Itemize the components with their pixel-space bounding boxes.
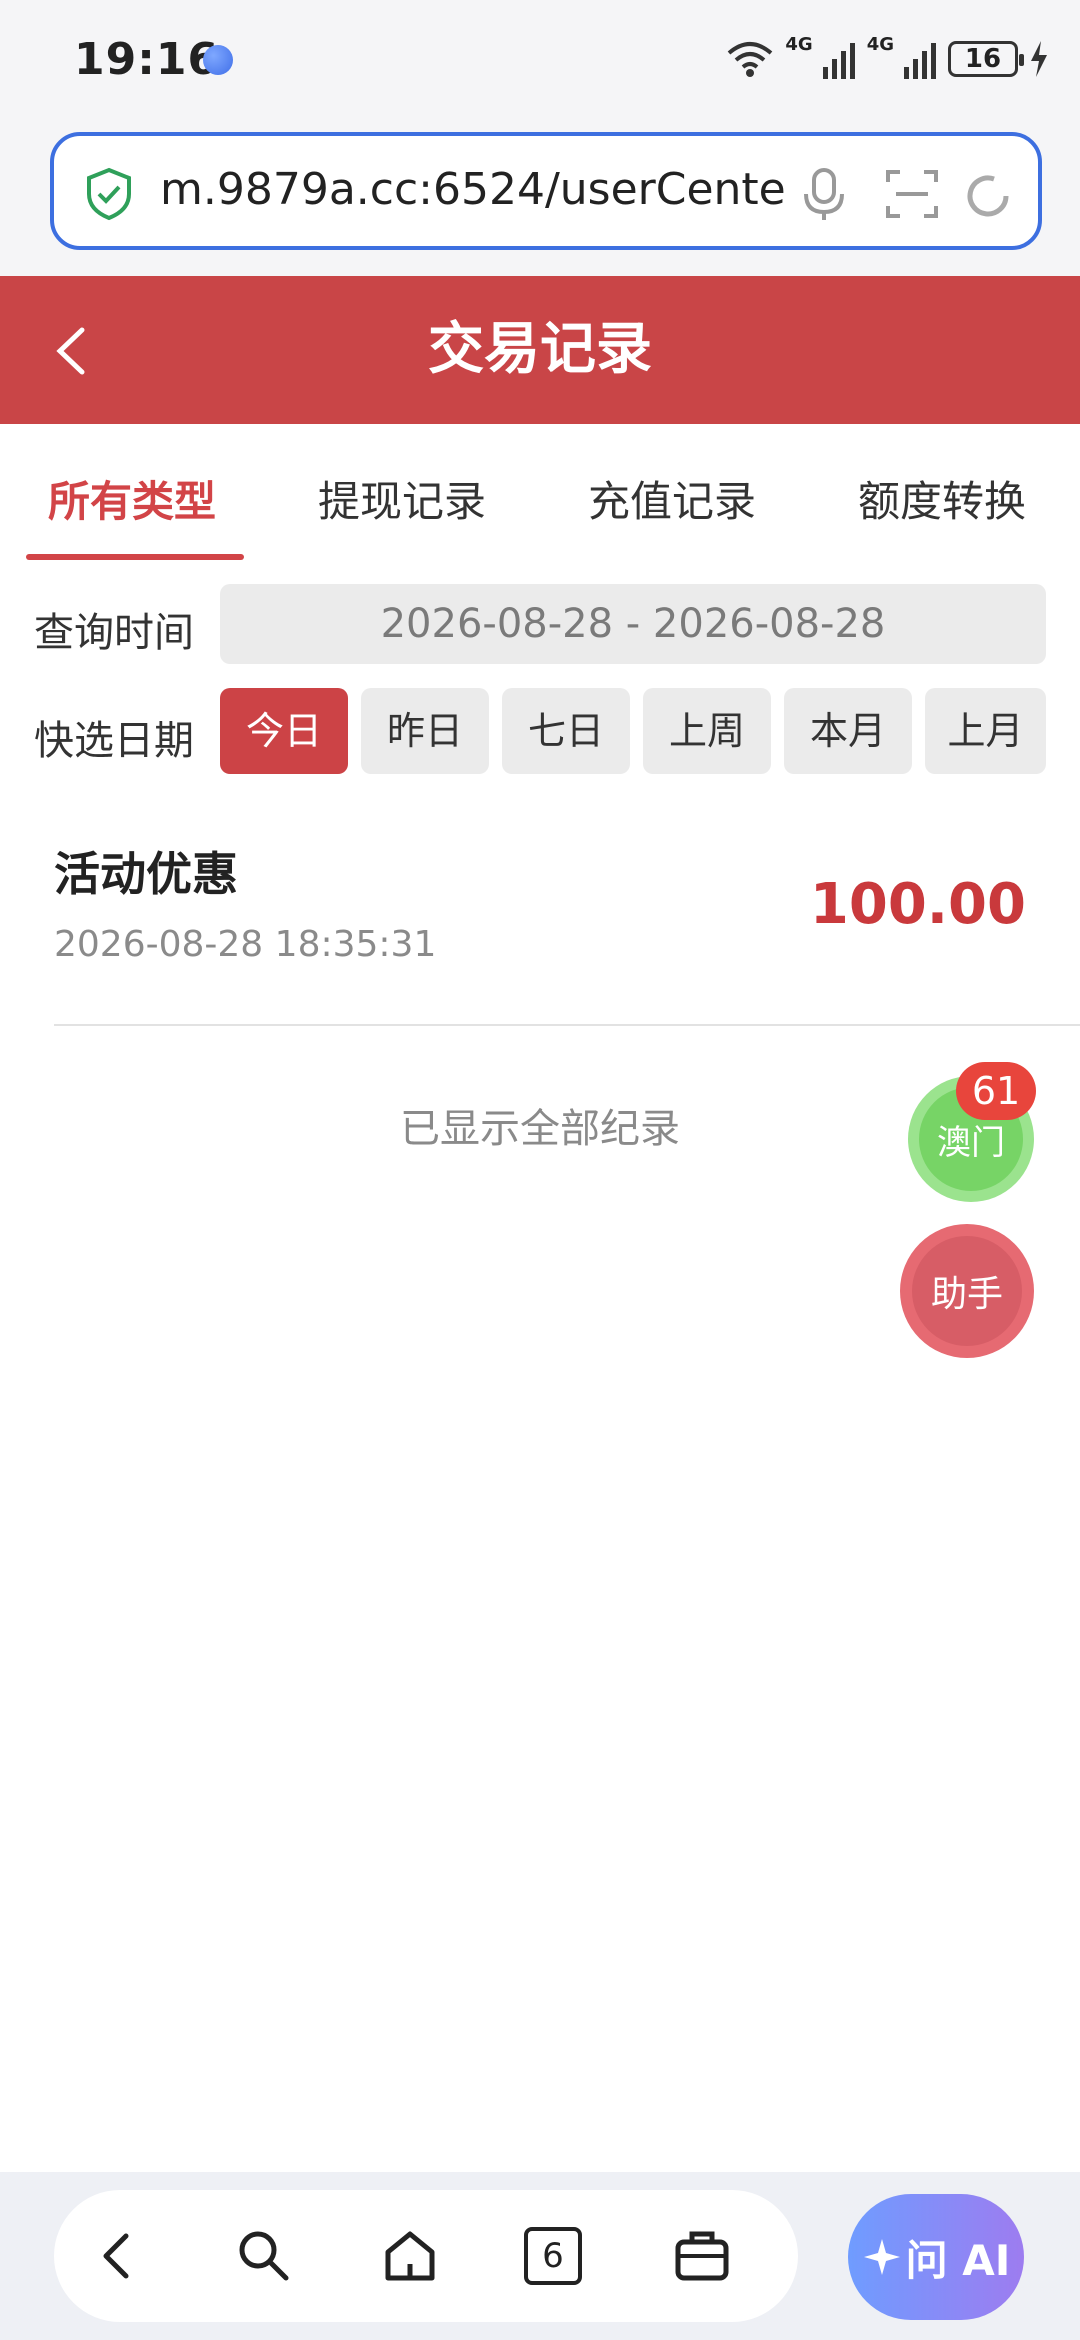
tab-withdrawals[interactable]: 提现记录 [318,468,486,529]
browser-toolbar: m.9879a.cc:6524/userCenter [0,120,1080,276]
quick-date-last-month[interactable]: 上月 [925,688,1046,774]
ask-ai-button[interactable]: 问 AI [848,2194,1024,2320]
assistant-float-label: 助手 [912,1236,1022,1346]
status-bar: 19:16 4G 4G 16 [0,0,1080,120]
browser-bottom-bar: 6 问 AI [0,2172,1080,2340]
tabs-count-icon[interactable]: 6 [524,2227,582,2285]
tab-deposits[interactable]: 充值记录 [588,468,756,529]
quick-date-label: 快选日期 [34,718,194,764]
query-time-label: 查询时间 [34,610,194,656]
browser-nav-pill: 6 [54,2190,798,2322]
record-amount: 100.00 [809,872,1026,937]
browser-notification-icon [203,45,233,75]
page-header: 交易记录 [0,276,1080,424]
toolbox-icon[interactable] [670,2224,734,2288]
page-title: 交易记录 [428,317,652,382]
scan-icon[interactable] [884,166,940,222]
record-time: 2026-08-28 18:35:31 [54,924,437,965]
network-type-2: 4G [866,34,894,55]
quick-date-last-week[interactable]: 上周 [643,688,771,774]
ask-ai-label: 问 AI [905,2235,1011,2285]
signal-icon-1 [822,43,855,79]
microphone-icon[interactable] [796,166,852,222]
quick-date-seven-days[interactable]: 七日 [502,688,630,774]
tab-all-types[interactable]: 所有类型 [48,468,216,529]
tabs-count: 6 [542,2236,564,2276]
tab-credit-transfer[interactable]: 额度转换 [858,468,1026,529]
date-range-picker[interactable]: 2026-08-28 - 2026-08-28 [220,584,1046,664]
url-text[interactable]: m.9879a.cc:6524/userCenter [160,160,786,220]
network-type-1: 4G [785,34,813,55]
battery-icon: 16 [948,41,1024,77]
url-bar[interactable]: m.9879a.cc:6524/userCenter [50,132,1042,250]
search-icon[interactable] [232,2224,296,2288]
status-indicators: 4G 4G 16 [725,34,1050,84]
record-type-tabs: 所有类型 提现记录 充值记录 额度转换 [0,424,1080,564]
status-time: 19:16 [74,34,220,85]
reload-icon[interactable] [958,166,1018,226]
back-icon[interactable] [86,2224,150,2288]
divider [54,1024,1080,1026]
signal-icon-2 [904,43,936,79]
charging-icon [1031,41,1047,77]
notification-badge: 61 [956,1062,1036,1120]
battery-level: 16 [964,44,1002,74]
record-title: 活动优惠 [54,847,238,901]
quick-date-this-month[interactable]: 本月 [784,688,912,774]
assistant-float-button[interactable]: 助手 [900,1224,1034,1358]
quick-date-today[interactable]: 今日 [220,688,348,774]
wifi-icon [728,42,773,77]
sparkle-icon [863,2239,900,2275]
shield-check-icon [87,167,131,221]
active-tab-indicator [26,554,244,560]
quick-date-yesterday[interactable]: 昨日 [361,688,489,774]
home-icon[interactable] [378,2224,442,2288]
